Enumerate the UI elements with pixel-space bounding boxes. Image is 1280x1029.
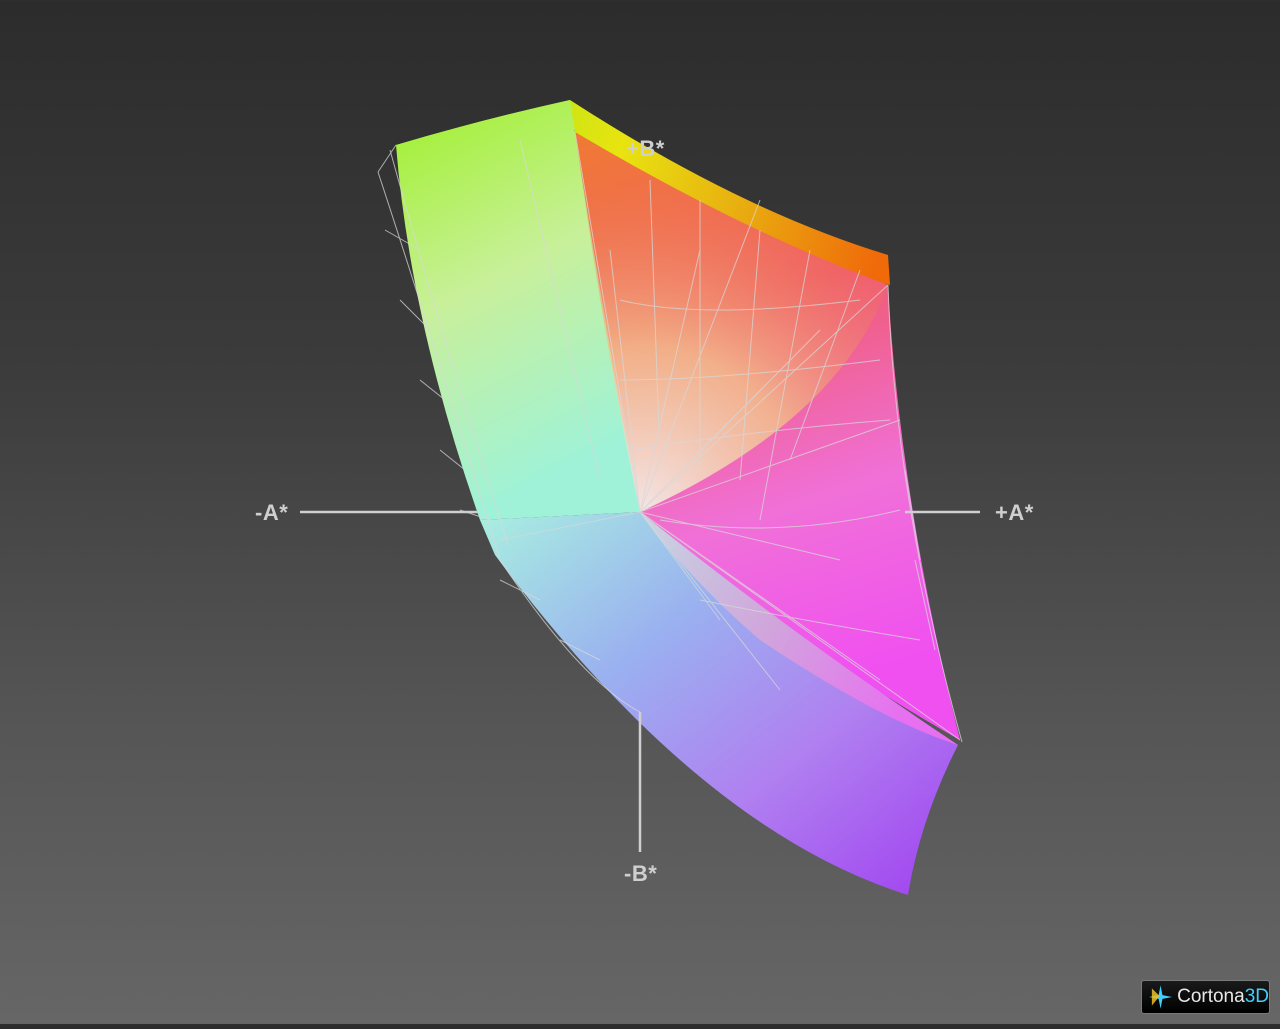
cortona-star-icon [1148,985,1173,1009]
logo-brand: Cortona [1177,986,1245,1007]
axis-label-a-negative: -A* [255,500,289,525]
3d-viewport[interactable]: -A* +A* +B* -B* [0,0,1280,1024]
axis-label-a-positive: +A* [995,500,1034,525]
cortona3d-logo[interactable]: Cortona3D [1141,980,1270,1014]
axis-label-b-negative: -B* [624,861,658,886]
logo-suffix: 3D [1244,986,1269,1007]
logo-text: Cortona3D [1177,986,1269,1008]
axis-label-b-positive: +B* [626,136,665,161]
